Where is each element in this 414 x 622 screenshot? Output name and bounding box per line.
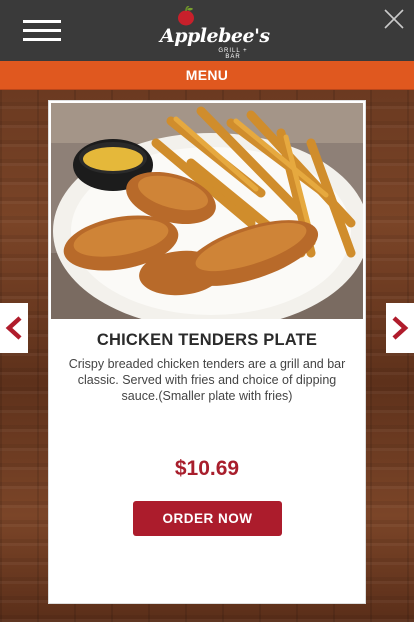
- app-header: Applebee's GRILL + BAR: [0, 0, 414, 61]
- close-icon[interactable]: [384, 9, 404, 29]
- brand-tagline: GRILL + BAR: [218, 48, 248, 60]
- apple-icon: [178, 6, 194, 26]
- item-price: $10.69: [174, 457, 240, 480]
- item-title: CHICKEN TENDERS PLATE: [96, 331, 318, 349]
- previous-item-button[interactable]: [0, 303, 28, 353]
- menu-title: MENU: [185, 67, 229, 83]
- item-photo: [51, 103, 363, 319]
- brand-name: Applebee's: [160, 25, 270, 47]
- chevron-right-icon: [392, 316, 409, 340]
- menu-item-card: CHICKEN TENDERS PLATE Crispy breaded chi…: [48, 100, 366, 604]
- menu-bar: MENU: [0, 61, 414, 90]
- hamburger-icon[interactable]: [23, 20, 61, 42]
- chevron-left-icon: [5, 316, 22, 340]
- item-description: Crispy breaded chicken tenders are a gri…: [68, 357, 346, 403]
- next-item-button[interactable]: [386, 303, 414, 353]
- order-now-button[interactable]: ORDER NOW: [133, 501, 282, 536]
- brand-logo[interactable]: Applebee's GRILL + BAR: [160, 6, 270, 60]
